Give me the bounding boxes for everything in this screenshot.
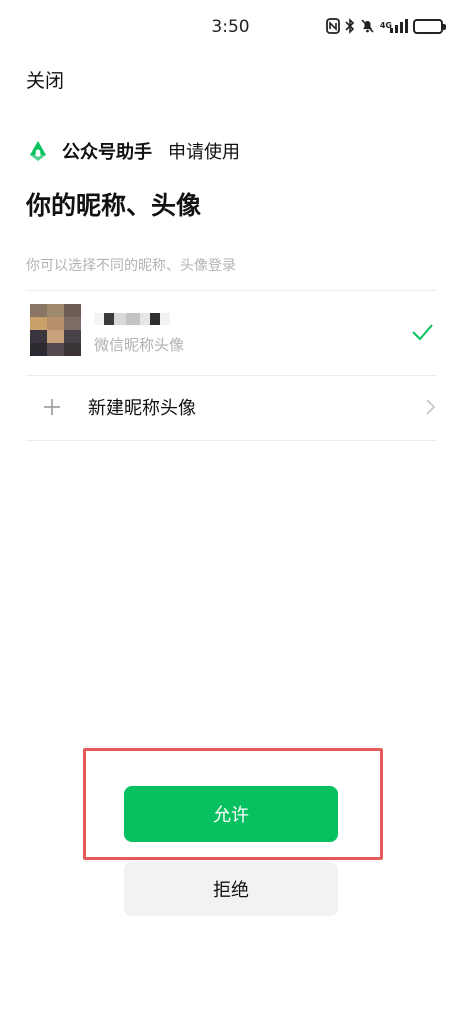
request-text: 申请使用 [168,142,240,163]
divider [26,440,436,441]
battery-icon [413,18,446,34]
allow-button[interactable]: 允许 [124,786,338,842]
avatar [30,304,81,356]
status-bar: 3:50 4G [0,0,461,58]
mute-icon [360,18,375,34]
app-logo-icon [30,141,46,161]
page-title: 你的昵称、头像 [26,191,202,220]
wechat-profile-label: 微信昵称头像 [94,336,185,354]
wechat-profile-option[interactable]: 微信昵称头像 [26,292,436,374]
close-button[interactable]: 关闭 [26,66,64,93]
signal-icon: 4G [380,19,408,33]
nickname-mosaic [94,312,170,326]
app-header: 公众号助手 申请使用 [26,138,240,164]
hint-text: 你可以选择不同的昵称、头像登录 [26,258,236,274]
divider [26,290,436,291]
deny-button[interactable]: 拒绝 [124,862,338,916]
bluetooth-icon [345,18,355,34]
app-name: 公众号助手 [62,142,152,163]
authorization-page: 3:50 4G 关闭 公众号助手 申请使用 你的昵称、头像 你可以选择不同的昵称… [0,0,461,1024]
check-icon [412,324,433,341]
nfc-icon [325,18,340,34]
chevron-right-icon [426,399,436,415]
plus-icon [44,399,60,415]
new-profile-option[interactable]: 新建昵称头像 [26,376,436,440]
new-profile-label: 新建昵称头像 [88,398,196,419]
status-icons: 4G [325,18,446,34]
